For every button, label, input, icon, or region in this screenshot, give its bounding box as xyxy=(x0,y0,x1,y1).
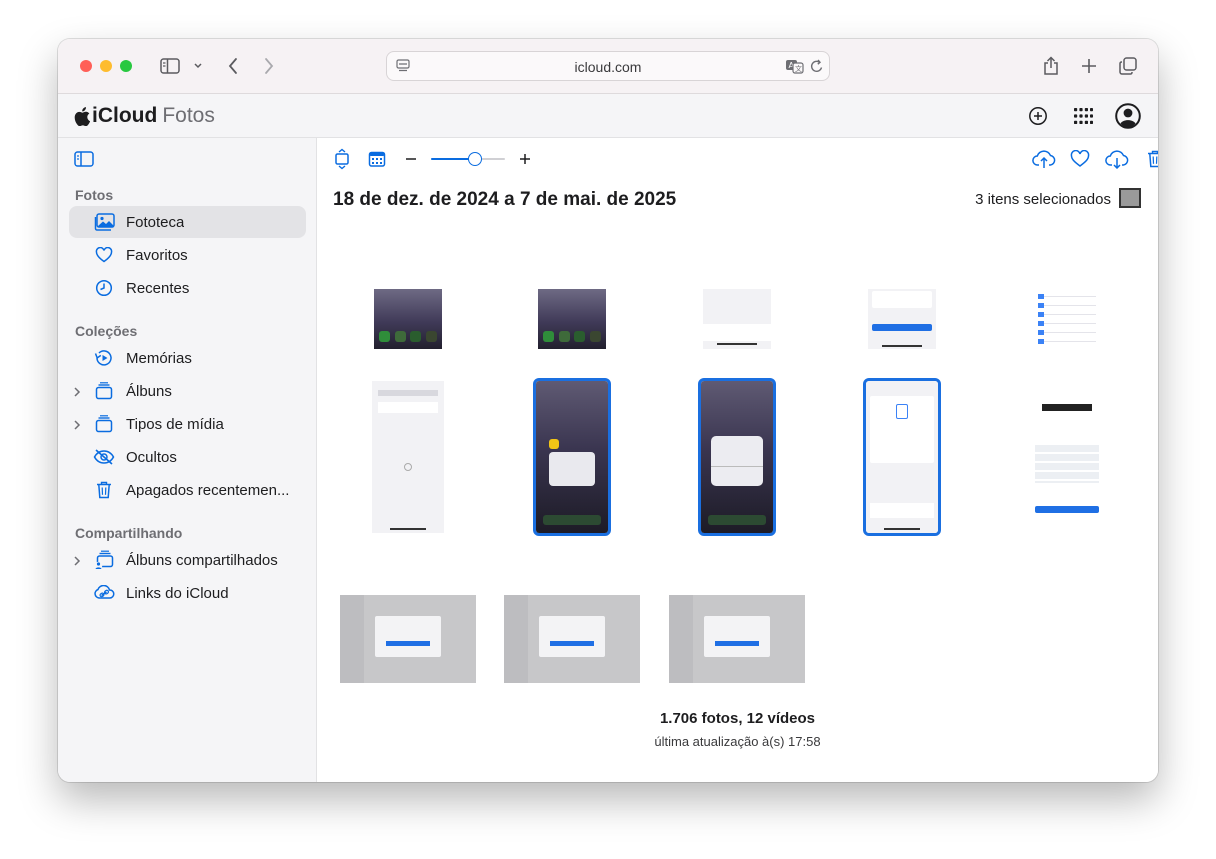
link-icon xyxy=(93,583,115,603)
photo-thumbnail[interactable] xyxy=(1033,289,1101,349)
close-window-button[interactable] xyxy=(80,60,92,72)
heart-icon xyxy=(93,245,115,265)
sidebar-item-label: Recentes xyxy=(126,280,190,297)
photo-thumbnail[interactable] xyxy=(533,378,611,536)
zoom-window-button[interactable] xyxy=(120,60,132,72)
sidebar-item-label: Tipos de mídia xyxy=(126,416,224,433)
sidebar-item-label: Ocultos xyxy=(126,449,177,466)
forward-icon[interactable] xyxy=(258,54,280,78)
sidebar-item-label: Memórias xyxy=(126,350,192,367)
sidebar: Fotos Fototeca Favoritos Recentes Coleçõ… xyxy=(58,138,317,782)
sidebar-item-label: Favoritos xyxy=(126,247,188,264)
calendar-view-icon[interactable] xyxy=(366,148,388,170)
photo-thumbnail[interactable] xyxy=(703,289,771,349)
photo-thumbnail[interactable] xyxy=(698,378,776,536)
photo-thumbnail[interactable] xyxy=(669,595,805,683)
share-icon[interactable] xyxy=(1040,54,1062,78)
translate-icon[interactable]: A文 xyxy=(785,58,805,79)
browser-window: icloud.com A文 iCloud Fotos Fotos Fototec… xyxy=(58,39,1158,782)
shared-albums-icon xyxy=(93,550,115,570)
browser-toolbar: icloud.com A文 xyxy=(58,39,1158,94)
app-section-name: Fotos xyxy=(162,104,215,127)
media-types-icon xyxy=(93,414,115,434)
favorite-icon[interactable] xyxy=(1069,148,1091,170)
selection-icon[interactable] xyxy=(1119,188,1141,208)
new-tab-icon[interactable] xyxy=(1078,54,1100,78)
icloud-brand[interactable]: iCloud Fotos xyxy=(74,104,215,128)
upload-icon[interactable] xyxy=(1031,148,1057,170)
photo-thumbnail[interactable] xyxy=(538,289,606,349)
account-icon[interactable] xyxy=(1115,103,1141,129)
photo-thumbnail[interactable] xyxy=(372,381,444,533)
zoom-in-icon[interactable] xyxy=(514,148,536,170)
sidebar-item-tipos-de-midia[interactable]: Tipos de mídia xyxy=(69,408,306,440)
reload-icon[interactable] xyxy=(810,59,824,79)
disclosure-chevron-icon[interactable] xyxy=(73,385,83,397)
photo-thumbnail[interactable] xyxy=(374,289,442,349)
sidebar-item-label: Álbuns xyxy=(126,383,172,400)
disclosure-chevron-icon[interactable] xyxy=(73,418,83,430)
library-count: 1.706 fotos, 12 vídeos xyxy=(659,710,816,727)
sidebar-item-label: Álbuns compartilhados xyxy=(126,552,278,569)
app-grid-icon[interactable] xyxy=(1070,103,1096,129)
tabs-overview-icon[interactable] xyxy=(1117,54,1139,78)
library-icon xyxy=(93,212,115,232)
address-bar[interactable]: icloud.com A文 xyxy=(386,51,830,81)
back-icon[interactable] xyxy=(222,54,244,78)
section-title-colecoes: Coleções xyxy=(75,323,138,339)
chevron-down-icon[interactable] xyxy=(190,54,206,78)
zoom-slider-knob[interactable] xyxy=(468,152,483,166)
memories-icon xyxy=(93,348,115,368)
sidebar-item-albuns-compartilhados[interactable]: Álbuns compartilhados xyxy=(69,544,306,576)
aspect-toggle-icon[interactable] xyxy=(331,148,353,170)
section-title-compartilhando: Compartilhando xyxy=(75,525,183,541)
hidden-icon xyxy=(93,447,115,467)
svg-text:文: 文 xyxy=(795,64,802,73)
photo-library-main: 18 de dez. de 2024 a 7 de mai. de 2025 3… xyxy=(317,138,1158,782)
collapse-sidebar-icon[interactable] xyxy=(74,151,94,172)
sidebar-toggle-icon[interactable] xyxy=(158,54,182,78)
sidebar-item-memorias[interactable]: Memórias xyxy=(69,342,306,374)
sidebar-item-apagados-recentemente[interactable]: Apagados recentemen... xyxy=(69,474,306,506)
icloud-header: iCloud Fotos xyxy=(58,94,1158,138)
sidebar-item-albuns[interactable]: Álbuns xyxy=(69,375,306,407)
photo-thumbnail[interactable] xyxy=(868,289,936,349)
sidebar-item-label: Links do iCloud xyxy=(126,585,229,602)
add-icon[interactable] xyxy=(1025,103,1051,129)
sidebar-item-links-do-icloud[interactable]: Links do iCloud xyxy=(69,577,306,609)
photo-thumbnail[interactable] xyxy=(1031,381,1103,533)
delete-icon[interactable] xyxy=(1144,148,1158,170)
photo-thumbnail[interactable] xyxy=(863,378,941,536)
sidebar-item-recentes[interactable]: Recentes xyxy=(69,272,306,304)
section-title-fotos: Fotos xyxy=(75,187,114,203)
date-range-title: 18 de dez. de 2024 a 7 de mai. de 2025 xyxy=(333,189,677,210)
albums-icon xyxy=(93,381,115,401)
apple-logo-icon xyxy=(74,106,91,126)
photo-thumbnail[interactable] xyxy=(340,595,476,683)
sidebar-item-favoritos[interactable]: Favoritos xyxy=(69,239,306,271)
photo-thumbnail[interactable] xyxy=(504,595,640,683)
zoom-out-icon[interactable] xyxy=(400,148,422,170)
sidebar-item-ocultos[interactable]: Ocultos xyxy=(69,441,306,473)
sidebar-item-fototeca[interactable]: Fototeca xyxy=(69,206,306,238)
zoom-slider[interactable] xyxy=(431,149,505,169)
disclosure-chevron-icon[interactable] xyxy=(73,554,83,566)
selection-count: 3 itens selecionados xyxy=(975,191,1111,208)
download-icon[interactable] xyxy=(1104,148,1130,170)
last-updated: última atualização à(s) 17:58 xyxy=(654,734,821,749)
sidebar-item-label: Apagados recentemen... xyxy=(126,482,290,499)
brand-name: iCloud xyxy=(92,104,158,127)
minimize-window-button[interactable] xyxy=(100,60,112,72)
sidebar-item-label: Fototeca xyxy=(126,214,185,231)
trash-icon xyxy=(93,480,115,500)
clock-icon xyxy=(93,278,115,298)
url-text: icloud.com xyxy=(574,59,642,75)
